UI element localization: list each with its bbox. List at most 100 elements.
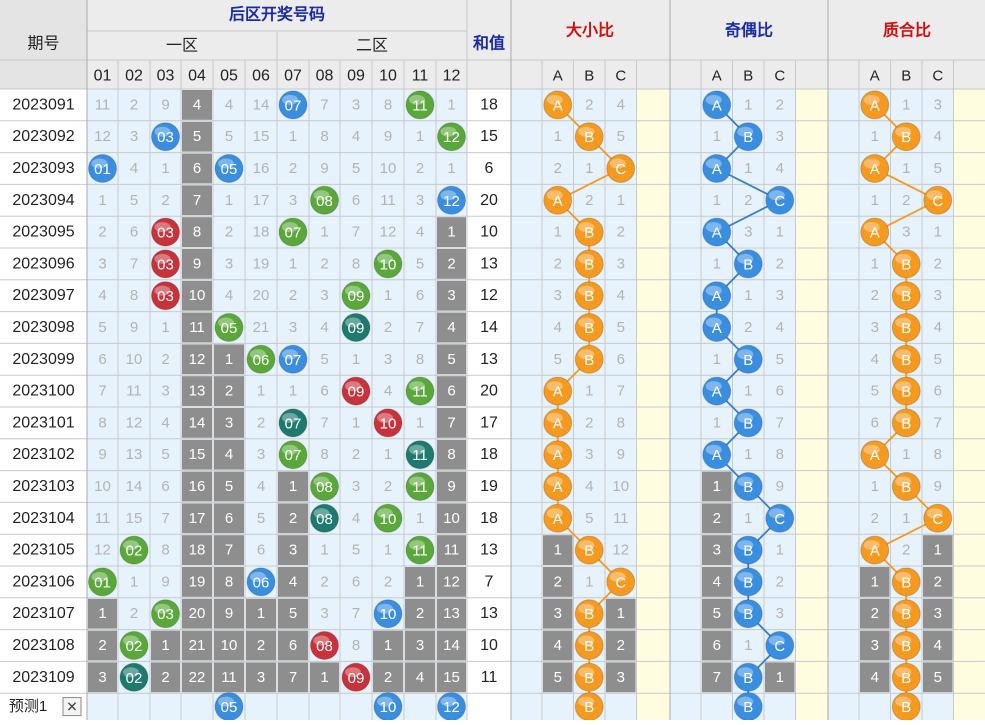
ratio-count: 2 — [585, 414, 593, 431]
omission-value: 6 — [193, 160, 201, 177]
omission-value: 1 — [447, 160, 455, 177]
trend-chart: 期号后区开奖号码一区二区和值大小比ABC奇偶比ABC质合比ABC01020304… — [0, 0, 985, 720]
omission-value: 21 — [253, 319, 270, 336]
omission-value: 1 — [289, 128, 297, 145]
omission-value: 3 — [98, 255, 106, 272]
ball-label: 08 — [316, 193, 333, 210]
ratio-count: 4 — [776, 319, 784, 336]
ball-label: A — [712, 320, 722, 337]
omission-value: 3 — [352, 96, 360, 113]
omission-value: 2 — [225, 224, 233, 241]
ratio-count: 2 — [871, 510, 879, 527]
omission-value: 4 — [225, 446, 233, 463]
omission-value: 2 — [225, 383, 233, 400]
omission-value: 3 — [257, 446, 265, 463]
omission-value: 1 — [320, 542, 328, 559]
ratio-count: 4 — [554, 319, 562, 336]
ratio-column-header: C — [774, 68, 785, 85]
ratio-column-header: A — [712, 68, 722, 85]
omission-value: 15 — [253, 128, 270, 145]
omission-value: 6 — [352, 573, 360, 590]
ratio-count: 5 — [554, 669, 562, 686]
ball-label: B — [584, 699, 594, 716]
ratio-count: 4 — [617, 96, 625, 113]
omission-value: 20 — [253, 287, 270, 304]
ratio-column-header: C — [932, 68, 943, 85]
omission-value: 11 — [189, 319, 205, 336]
omission-value: 2 — [98, 637, 106, 654]
omission-value: 9 — [161, 96, 169, 113]
ratio-count: 3 — [585, 446, 593, 463]
ball-label: C — [615, 161, 626, 178]
omission-value: 1 — [447, 96, 455, 113]
ball-label: 08 — [316, 479, 333, 496]
omission-value: 8 — [416, 351, 424, 368]
omission-value: 3 — [225, 414, 233, 431]
omission-value: 12 — [94, 542, 111, 559]
omission-value: 2 — [384, 319, 392, 336]
omission-value: 8 — [161, 542, 169, 559]
omission-value: 4 — [320, 319, 328, 336]
ball-label: B — [901, 606, 911, 623]
ball-label: B — [743, 699, 753, 716]
omission-value: 10 — [94, 478, 111, 495]
omission-value: 1 — [384, 446, 392, 463]
ratio-count: 8 — [934, 446, 942, 463]
issue-number: 2023098 — [12, 319, 74, 336]
omission-value: 2 — [320, 255, 328, 272]
ball-label: 12 — [443, 193, 460, 210]
ratio-count: 1 — [744, 383, 752, 400]
omission-value: 3 — [320, 605, 328, 622]
ratio-count: 1 — [934, 542, 942, 559]
ratio-count: 5 — [617, 128, 625, 145]
ball-label: 02 — [126, 543, 143, 560]
ball-label: A — [712, 384, 722, 401]
sum-value: 6 — [485, 160, 494, 177]
omission-value: 7 — [416, 319, 424, 336]
back-zone-title: 后区开奖号码 — [229, 5, 325, 24]
close-icon[interactable]: ✕ — [66, 699, 78, 715]
omission-value: 7 — [352, 605, 360, 622]
ratio-count: 10 — [612, 478, 629, 495]
ball-label: 10 — [380, 256, 397, 273]
omission-value: 14 — [189, 414, 206, 431]
ball-label: 07 — [285, 97, 302, 114]
ball-label: B — [743, 574, 753, 591]
ball-label: B — [584, 256, 594, 273]
ball-label: A — [712, 161, 722, 178]
number-column-header: 08 — [316, 68, 334, 85]
ratio-count: 1 — [617, 605, 625, 622]
omission-value: 1 — [98, 192, 106, 209]
issue-number: 2023095 — [12, 224, 74, 241]
ball-label: A — [712, 97, 722, 114]
omission-value: 9 — [161, 573, 169, 590]
number-column-header: 06 — [252, 68, 270, 85]
ratio-count: 6 — [776, 383, 784, 400]
ratio-count: 2 — [776, 573, 784, 590]
omission-value: 6 — [257, 542, 265, 559]
omission-value: 7 — [161, 510, 169, 527]
ratio-count: 1 — [902, 446, 910, 463]
ratio-count: 1 — [585, 573, 593, 590]
omission-value: 2 — [447, 255, 455, 272]
omission-value: 4 — [225, 96, 233, 113]
sum-value: 18 — [480, 510, 498, 527]
omission-value: 15 — [443, 669, 460, 686]
ratio-count: 1 — [776, 542, 784, 559]
omission-value: 1 — [225, 192, 233, 209]
ball-label: A — [870, 161, 880, 178]
ball-label: B — [584, 320, 594, 337]
ratio-count: 3 — [902, 224, 910, 241]
omission-value: 22 — [189, 669, 206, 686]
omission-value: 4 — [416, 669, 424, 686]
issue-number: 2023093 — [12, 160, 74, 177]
ratio-gutter-background — [828, 89, 859, 720]
ratio-count: 6 — [713, 637, 721, 654]
omission-value: 19 — [189, 573, 206, 590]
issue-number: 2023101 — [12, 414, 74, 431]
ball-label: 05 — [221, 161, 238, 178]
omission-value: 1 — [384, 542, 392, 559]
ball-label: B — [743, 543, 753, 560]
issue-number: 2023107 — [12, 605, 74, 622]
ratio-count: 3 — [617, 669, 625, 686]
